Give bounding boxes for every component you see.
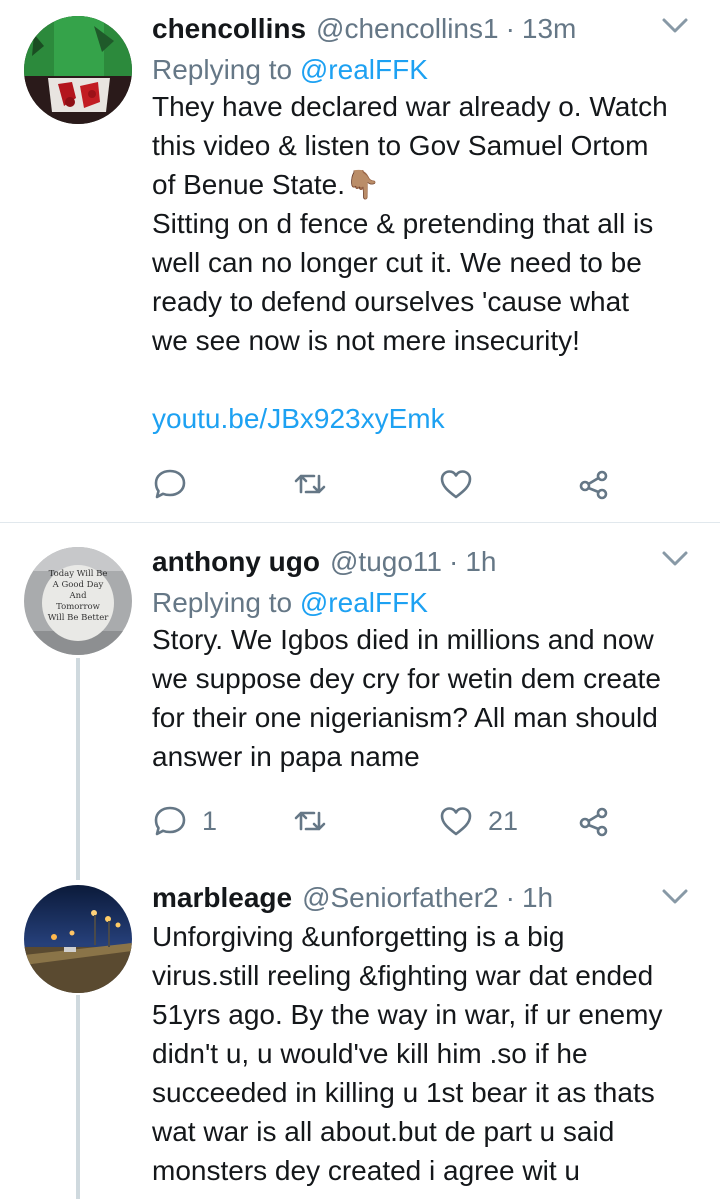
- share-icon: [579, 807, 608, 837]
- separator-dot: ·: [505, 13, 515, 44]
- avatar-text-line: Today Will Be: [48, 569, 108, 579]
- separator-dot: ·: [448, 546, 459, 577]
- display-name[interactable]: anthony ugo: [152, 546, 320, 578]
- share-button[interactable]: [576, 462, 612, 506]
- replying-to: Replying to @realFFK: [152, 583, 702, 623]
- timestamp[interactable]: 1h: [522, 882, 553, 914]
- retweet-button[interactable]: [292, 799, 328, 843]
- replying-to: Replying to @realFFK: [152, 50, 702, 90]
- tweet[interactable]: marbleage @Seniorfather2 · 1h Unforgivin…: [0, 863, 720, 1199]
- share-button[interactable]: [576, 799, 612, 843]
- retweet-icon: [294, 811, 326, 831]
- like-count: 21: [488, 805, 519, 836]
- tweet-link[interactable]: youtu.be/JBx923xyEmk: [152, 399, 702, 438]
- retweet-button[interactable]: [292, 462, 328, 506]
- tweet-header: anthony ugo @tugo11 · 1h: [152, 541, 702, 583]
- tweet-body: They have declared war already o. Watch …: [152, 91, 668, 356]
- tweet[interactable]: Today Will Be A Good Day And Tomorrow Wi…: [0, 523, 720, 863]
- user-handle[interactable]: @Seniorfather2: [302, 882, 499, 914]
- mention-link[interactable]: @realFFK: [300, 54, 428, 85]
- tweet-body: Story. We Igbos died in millions and now…: [152, 624, 661, 772]
- reply-icon: [154, 806, 186, 836]
- like-button[interactable]: 21: [438, 799, 518, 843]
- avatar[interactable]: Today Will Be A Good Day And Tomorrow Wi…: [24, 547, 132, 655]
- tweet-text: Unforgiving &unforgetting is a big virus…: [152, 917, 702, 1190]
- chevron-down-icon[interactable]: [658, 543, 692, 573]
- display-name[interactable]: marbleage: [152, 882, 292, 914]
- tweet-header: chencollins @chencollins1 · 13m: [152, 8, 702, 50]
- tweet[interactable]: chencollins @chencollins1 · 13m Replying…: [0, 0, 720, 522]
- avatar-text-line: Will Be Better: [47, 613, 109, 623]
- display-name[interactable]: chencollins: [152, 13, 306, 45]
- timestamp[interactable]: 13m: [522, 13, 576, 45]
- like-button[interactable]: [438, 462, 488, 506]
- tweet-body: Unforgiving &unforgetting is a big virus…: [152, 921, 663, 1186]
- reply-button[interactable]: 1: [152, 799, 217, 843]
- like-icon: [440, 470, 472, 499]
- tweet-text: They have declared war already o. Watch …: [152, 87, 702, 360]
- chevron-down-icon[interactable]: [658, 10, 692, 40]
- like-icon: [440, 807, 472, 836]
- chevron-down-icon[interactable]: [658, 881, 692, 911]
- reply-icon: [154, 469, 186, 499]
- mention-link[interactable]: @realFFK: [300, 587, 428, 618]
- avatar[interactable]: [24, 16, 132, 124]
- replying-label: Replying to: [152, 587, 293, 618]
- user-handle[interactable]: @tugo11: [330, 546, 442, 578]
- avatar-text-line: And: [69, 591, 87, 601]
- share-icon: [579, 470, 608, 500]
- retweet-icon: [294, 474, 326, 494]
- user-handle[interactable]: @chencollins1: [316, 13, 499, 45]
- replying-label: Replying to: [152, 54, 293, 85]
- avatar-text-line: A Good Day: [52, 580, 104, 590]
- avatar-text-line: Tomorrow: [56, 602, 100, 612]
- reply-count: 1: [202, 805, 218, 836]
- separator-dot: ·: [505, 882, 515, 913]
- avatar-caption: Today Will Be A Good Day And Tomorrow Wi…: [38, 569, 118, 624]
- tweet-header: marbleage @Seniorfather2 · 1h: [152, 877, 702, 919]
- reply-button[interactable]: [152, 462, 202, 506]
- avatar[interactable]: [24, 885, 132, 993]
- timestamp[interactable]: 1h: [465, 546, 496, 578]
- tweet-text: Story. We Igbos died in millions and now…: [152, 620, 702, 776]
